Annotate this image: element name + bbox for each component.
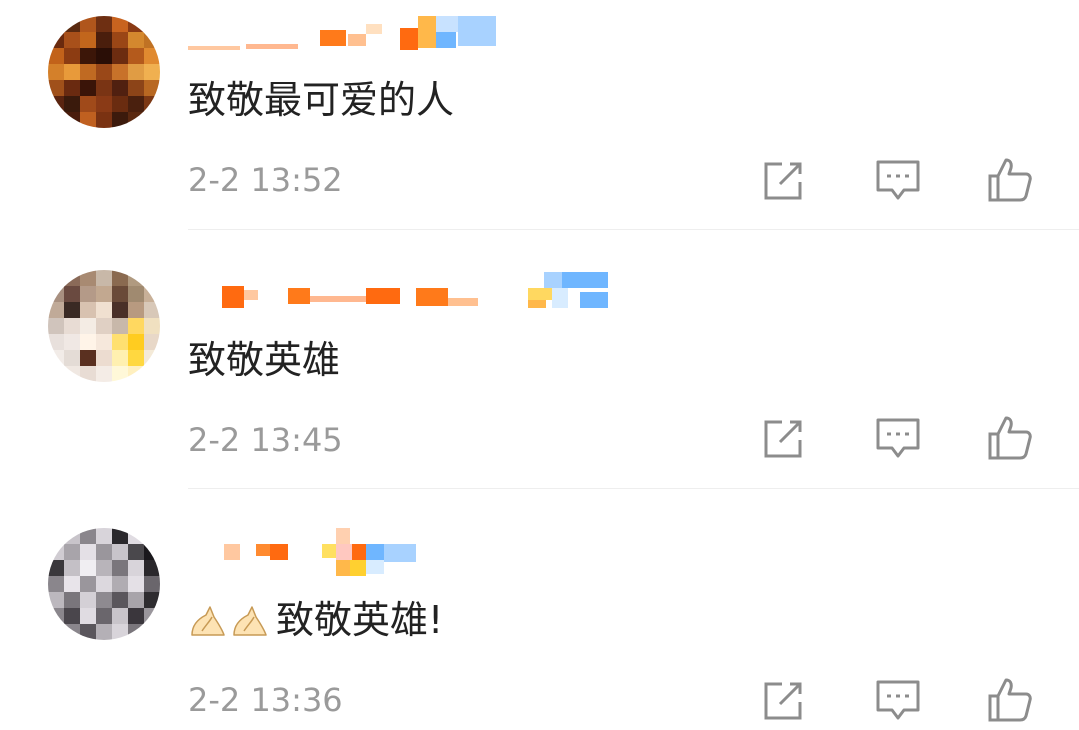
- comment-item: 致敬英雄 2-2 13:45: [0, 230, 1079, 490]
- comment-actions: [0, 156, 1079, 204]
- avatar[interactable]: [48, 16, 160, 128]
- share-edit-icon: [764, 162, 802, 200]
- comment-item: 🙏🙏 致敬英雄! 2-2 13:36: [0, 490, 1079, 730]
- share-edit-icon: [764, 682, 802, 720]
- forward-button[interactable]: [760, 676, 808, 724]
- comment-text-content: 致敬最可爱的人: [188, 78, 455, 122]
- comment-text: 致敬英雄: [188, 336, 340, 384]
- comment-icon: [876, 160, 920, 200]
- comment-actions: [0, 414, 1079, 462]
- comment-item: 致敬最可爱的人 2-2 13:52: [0, 0, 1079, 230]
- thumbs-up-icon: [988, 416, 1032, 460]
- like-button[interactable]: [986, 414, 1034, 462]
- username[interactable]: [188, 270, 608, 308]
- comment-icon: [876, 418, 920, 458]
- comment-text-content: 致敬英雄!: [276, 598, 444, 642]
- reply-button[interactable]: [874, 676, 922, 724]
- forward-button[interactable]: [760, 156, 808, 204]
- like-button[interactable]: [986, 156, 1034, 204]
- share-edit-icon: [764, 420, 802, 458]
- reply-button[interactable]: [874, 156, 922, 204]
- like-button[interactable]: [986, 676, 1034, 724]
- username[interactable]: [188, 16, 608, 52]
- thumbs-up-icon: [988, 678, 1032, 722]
- comment-icon: [876, 680, 920, 720]
- comment-text-content: 致敬英雄: [188, 338, 341, 382]
- reply-button[interactable]: [874, 414, 922, 462]
- divider: [188, 488, 1079, 489]
- thumbs-up-icon: [988, 158, 1032, 202]
- avatar[interactable]: [48, 270, 160, 382]
- comment-text: 致敬最可爱的人: [188, 76, 454, 124]
- forward-button[interactable]: [760, 414, 808, 462]
- comment-actions: [0, 676, 1079, 724]
- comment-text: 🙏🙏 致敬英雄!: [188, 596, 443, 644]
- avatar[interactable]: [48, 528, 160, 640]
- username[interactable]: [188, 526, 608, 576]
- pray-hands-icon: [191, 605, 267, 636]
